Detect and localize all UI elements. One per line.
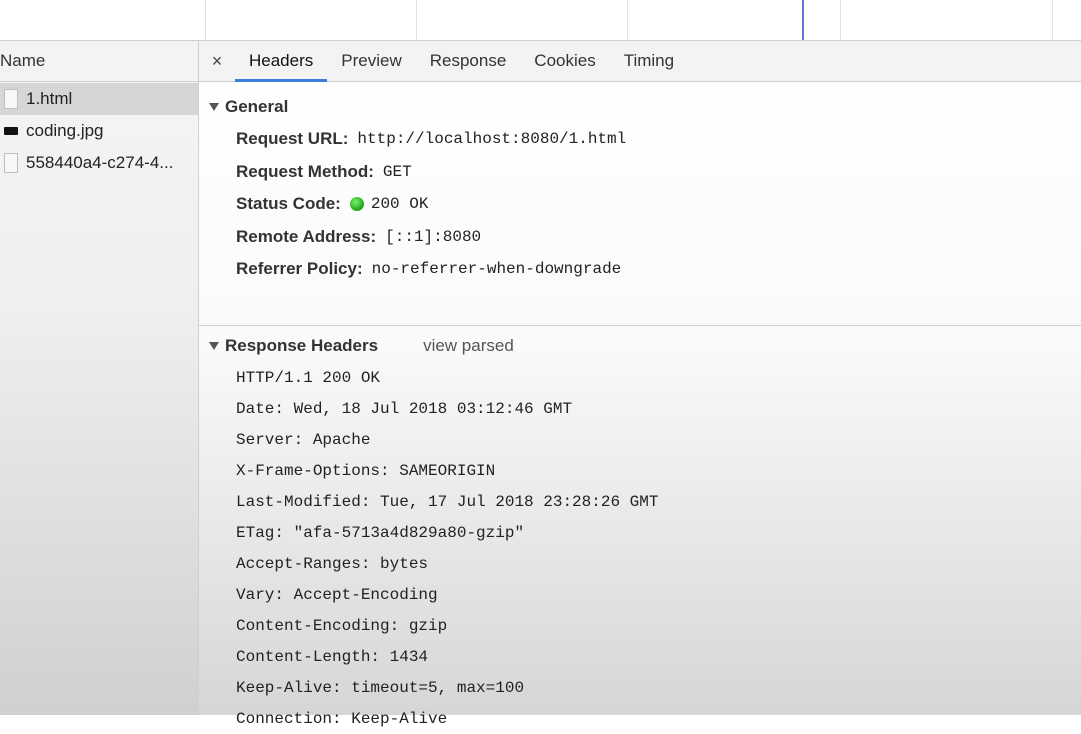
triangle-down-icon bbox=[209, 103, 219, 111]
document-file-icon bbox=[4, 153, 18, 173]
close-icon[interactable]: × bbox=[199, 41, 235, 81]
response-header-line: Accept-Ranges: bytes bbox=[236, 554, 429, 573]
referrer-policy-label: Referrer Policy: bbox=[236, 259, 363, 279]
response-header-line: Content-Length: 1434 bbox=[236, 647, 429, 666]
section-title: Response Headers bbox=[225, 336, 379, 355]
response-header-line: Vary: Accept-Encoding bbox=[236, 585, 438, 604]
request-list: 1.html coding.jpg 558440a4-c274-4... bbox=[0, 83, 198, 179]
raw-header-lines: HTTP/1.1 200 OK Date: Wed, 18 Jul 2018 03… bbox=[199, 362, 1081, 734]
tab-headers[interactable]: Headers bbox=[235, 41, 328, 82]
response-header-line: Content-Encoding: gzip bbox=[236, 616, 448, 635]
referrer-policy-value: no-referrer-when-downgrade bbox=[371, 260, 622, 279]
tab-preview[interactable]: Preview bbox=[327, 41, 415, 81]
request-name: 1.html bbox=[26, 89, 73, 108]
tab-response[interactable]: Response bbox=[416, 41, 521, 81]
waterfall-gridline bbox=[1052, 0, 1053, 40]
response-header-line: Keep-Alive: timeout=5, max=100 bbox=[236, 678, 525, 697]
section-title: General bbox=[225, 97, 289, 116]
tab-cookies[interactable]: Cookies bbox=[520, 41, 609, 81]
request-detail-panel: × Headers Preview Response Cookies Timin… bbox=[199, 41, 1081, 728]
response-headers-section: Response Headers view parsed HTTP/1.1 20… bbox=[199, 326, 1081, 734]
referrer-policy-row: Referrer Policy: no-referrer-when-downgr… bbox=[199, 253, 1081, 286]
remote-address-row: Remote Address: [::1]:8080 bbox=[199, 221, 1081, 254]
request-list-panel: Name 1.html coding.jpg 558440a4-c274-4..… bbox=[0, 41, 199, 715]
request-method-value: GET bbox=[382, 162, 412, 181]
waterfall-gridline bbox=[627, 0, 628, 40]
response-header-line: Last-Modified: Tue, 17 Jul 2018 23:28:26… bbox=[236, 492, 659, 511]
status-code-row: Status Code: 200 OK bbox=[199, 188, 1081, 221]
response-header-line: Server: Apache bbox=[236, 430, 371, 449]
response-header-line: ETag: "afa-5713a4d829a80-gzip" bbox=[236, 523, 525, 542]
remote-address-label: Remote Address: bbox=[236, 226, 377, 246]
general-section-toggle[interactable]: General bbox=[199, 91, 1081, 123]
waterfall-gridline bbox=[205, 0, 206, 40]
remote-address-value: [::1]:8080 bbox=[385, 227, 482, 246]
general-section: General Request URL: http://localhost:80… bbox=[199, 82, 1081, 326]
status-code-value: 200 OK bbox=[370, 195, 429, 214]
status-ok-icon bbox=[349, 197, 364, 212]
detail-tabbar: × Headers Preview Response Cookies Timin… bbox=[199, 41, 1081, 82]
request-url-row: Request URL: http://localhost:8080/1.htm… bbox=[199, 123, 1081, 156]
view-parsed-link[interactable]: view parsed bbox=[423, 336, 514, 356]
request-method-row: Request Method: GET bbox=[199, 156, 1081, 189]
request-row-558440a4[interactable]: 558440a4-c274-4... bbox=[0, 147, 198, 179]
status-code-label: Status Code: bbox=[236, 194, 341, 214]
request-row-coding-jpg[interactable]: coding.jpg bbox=[0, 115, 198, 147]
response-header-line: Date: Wed, 18 Jul 2018 03:12:46 GMT bbox=[236, 399, 573, 418]
request-name: 558440a4-c274-4... bbox=[26, 153, 174, 172]
tab-timing[interactable]: Timing bbox=[610, 41, 688, 81]
image-file-icon bbox=[4, 121, 18, 141]
waterfall-gridline bbox=[840, 0, 841, 40]
name-column-header[interactable]: Name bbox=[0, 41, 198, 82]
request-row-1-html[interactable]: 1.html bbox=[0, 83, 198, 115]
triangle-down-icon bbox=[209, 342, 219, 350]
network-waterfall-overview[interactable] bbox=[0, 0, 1081, 41]
response-header-line: Connection: Keep-Alive bbox=[236, 709, 448, 728]
waterfall-load-marker bbox=[802, 0, 804, 40]
response-header-line: X-Frame-Options: SAMEORIGIN bbox=[236, 461, 496, 480]
waterfall-gridline bbox=[416, 0, 417, 40]
response-header-line: HTTP/1.1 200 OK bbox=[236, 368, 381, 387]
document-file-icon bbox=[4, 89, 18, 109]
request-method-label: Request Method: bbox=[236, 161, 374, 181]
response-headers-toggle[interactable]: Response Headers view parsed bbox=[199, 330, 1081, 362]
request-url-label: Request URL: bbox=[236, 129, 349, 149]
request-url-value: http://localhost:8080/1.html bbox=[357, 130, 627, 149]
request-name: coding.jpg bbox=[26, 121, 104, 140]
